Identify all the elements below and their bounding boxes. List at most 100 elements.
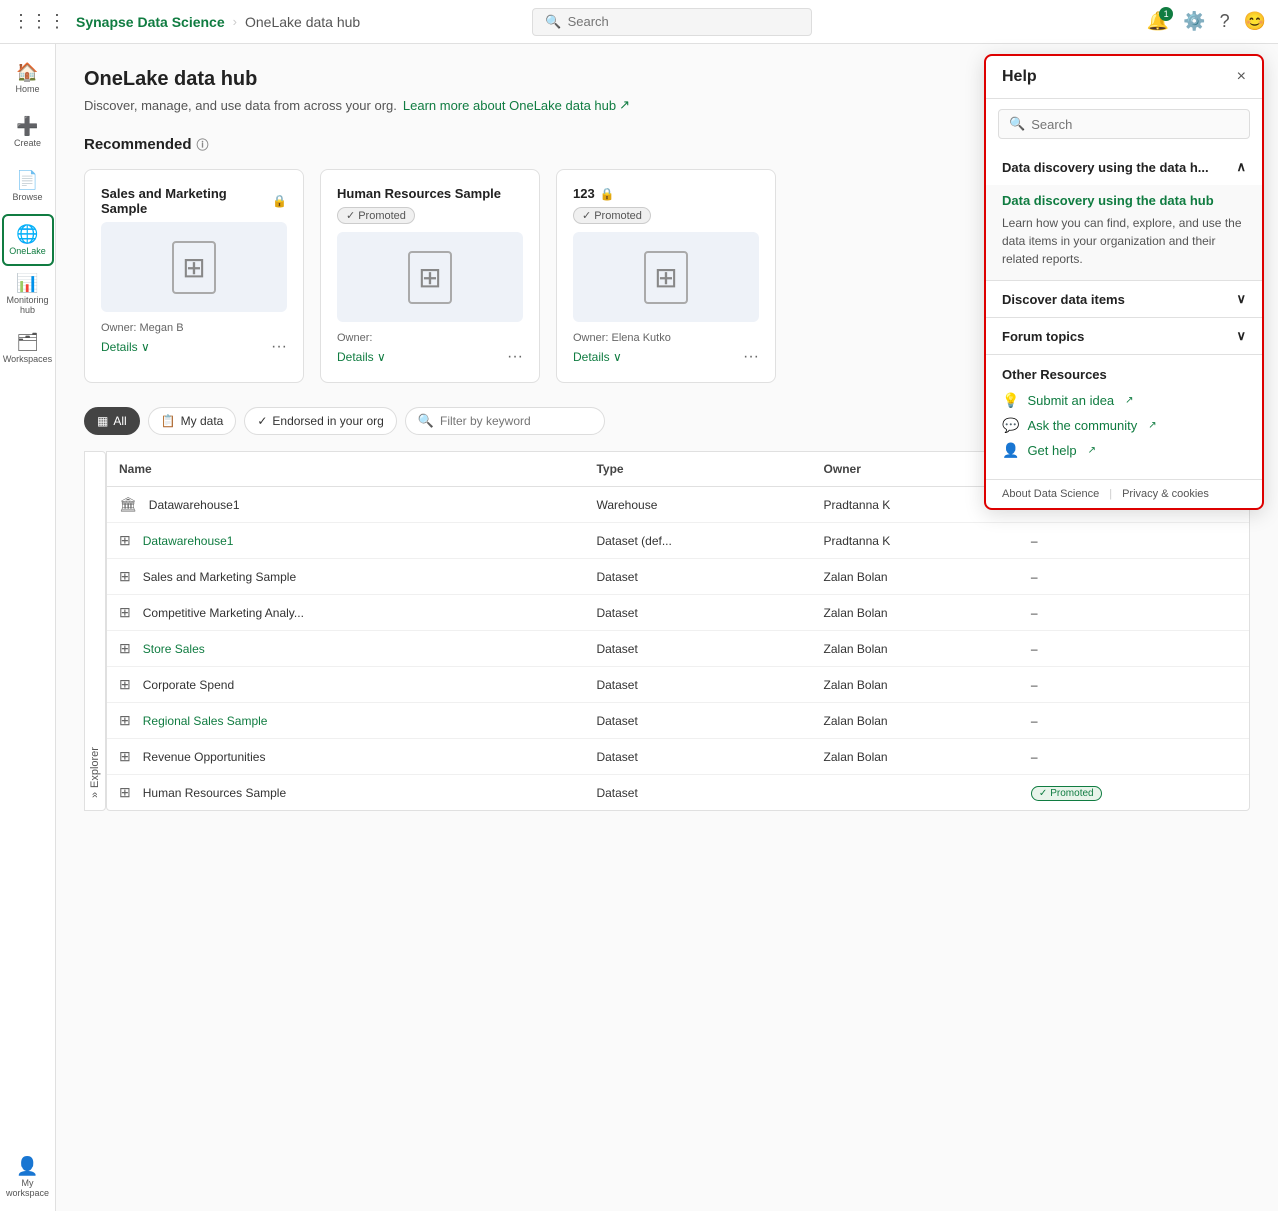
item-name[interactable]: Revenue Opportunities: [143, 750, 266, 764]
col-name: Name: [107, 452, 584, 487]
settings-icon[interactable]: ⚙️: [1183, 11, 1205, 32]
get-help-icon: 👤: [1002, 442, 1019, 459]
card-123[interactable]: 123 🔒 ✓ Promoted ⊞ Owner: Elena Kutko De…: [556, 169, 776, 383]
help-section-data-discovery: Data discovery using the data h... ∧ Dat…: [986, 149, 1262, 281]
help-search[interactable]: 🔍: [998, 109, 1250, 139]
row-name-cell: ⊞ Regional Sales Sample: [107, 703, 584, 739]
submit-idea-link[interactable]: 💡 Submit an idea ↗: [1002, 392, 1246, 409]
endorsed-icon: ✓: [1039, 788, 1047, 799]
help-section-discover-items: Discover data items ∨: [986, 281, 1262, 318]
table-row[interactable]: ⊞ Datawarehouse1 Dataset (def... Pradtan…: [107, 523, 1249, 559]
explorer-label-text: Explorer: [89, 747, 101, 788]
data-discovery-link[interactable]: Data discovery using the data hub: [1002, 193, 1246, 208]
dataset-icon: ⊞: [119, 784, 135, 801]
brand-area: Synapse Data Science › OneLake data hub: [76, 14, 360, 30]
sidebar-item-label: Monitoring hub: [2, 296, 54, 316]
notifications-icon[interactable]: 🔔 1: [1147, 11, 1169, 32]
card-menu-icon[interactable]: ···: [743, 348, 759, 366]
sidebar-item-my-workspace[interactable]: 👤 My workspace: [2, 1151, 54, 1203]
row-owner: Zalan Bolan: [812, 703, 1019, 739]
brand-name[interactable]: Synapse Data Science: [76, 14, 225, 30]
sidebar-item-create[interactable]: ➕ Create: [2, 106, 54, 158]
table-row[interactable]: ⊞ Human Resources Sample Dataset ✓ Promo…: [107, 775, 1249, 811]
card-actions: Details ∨ ···: [337, 348, 523, 366]
sidebar-item-label: Create: [14, 139, 41, 149]
card-menu-icon[interactable]: ···: [507, 348, 523, 366]
dataset-icon: ⊞: [119, 676, 135, 693]
card-human-resources[interactable]: Human Resources Sample ✓ Promoted ⊞ Owne…: [320, 169, 540, 383]
filter-endorsed-button[interactable]: ✓ Endorsed in your org: [244, 407, 396, 435]
row-endorsement: –: [1019, 667, 1249, 703]
details-link[interactable]: Details ∨: [101, 340, 150, 354]
help-title: Help: [1002, 68, 1037, 86]
left-sidebar: 🏠 Home ➕ Create 📄 Browse 🌐 OneLake 📊 Mon…: [0, 44, 56, 1211]
user-icon[interactable]: 😊: [1244, 11, 1266, 32]
data-discovery-desc: Learn how you can find, explore, and use…: [1002, 214, 1246, 268]
sidebar-item-label: Home: [15, 85, 39, 95]
table-row[interactable]: ⊞ Competitive Marketing Analy... Dataset…: [107, 595, 1249, 631]
dataset-icon: ⊞: [119, 640, 135, 657]
item-name[interactable]: Regional Sales Sample: [143, 714, 268, 728]
keyword-filter[interactable]: 🔍: [405, 407, 605, 435]
learn-more-link[interactable]: Learn more about OneLake data hub ↗: [403, 97, 630, 113]
filter-all-button[interactable]: ▦ All: [84, 407, 140, 435]
help-section-header-forum-topics[interactable]: Forum topics ∨: [986, 318, 1262, 354]
help-search-input[interactable]: [1031, 117, 1239, 132]
about-link[interactable]: About Data Science: [1002, 488, 1099, 500]
row-name-cell: ⊞ Human Resources Sample: [107, 775, 584, 811]
keyword-input[interactable]: [440, 414, 592, 428]
filter-mydata-button[interactable]: 📋 My data: [148, 407, 237, 435]
row-endorsement: –: [1019, 595, 1249, 631]
table-row[interactable]: ⊞ Revenue Opportunities Dataset Zalan Bo…: [107, 739, 1249, 775]
item-name[interactable]: Human Resources Sample: [143, 786, 286, 800]
external-link-icon: ↗: [619, 97, 630, 113]
sidebar-item-browse[interactable]: 📄 Browse: [2, 160, 54, 212]
table-row[interactable]: ⊞ Store Sales Dataset Zalan Bolan –: [107, 631, 1249, 667]
sidebar-item-onelake[interactable]: 🌐 OneLake: [2, 214, 54, 266]
table-row[interactable]: ⊞ Sales and Marketing Sample Dataset Zal…: [107, 559, 1249, 595]
promoted-badge: ✓ Promoted: [1031, 786, 1102, 801]
col-type: Type: [584, 452, 811, 487]
item-name[interactable]: Datawarehouse1: [149, 498, 240, 512]
grid-icon[interactable]: ⋮⋮⋮: [12, 11, 66, 32]
get-help-link[interactable]: 👤 Get help ↗: [1002, 442, 1246, 459]
ask-community-link[interactable]: 💬 Ask the community ↗: [1002, 417, 1246, 434]
privacy-link[interactable]: Privacy & cookies: [1122, 488, 1209, 500]
sidebar-item-workspaces[interactable]: 🗂 Workspaces: [2, 322, 54, 374]
section-label: Forum topics: [1002, 329, 1084, 344]
help-close-button[interactable]: ×: [1237, 68, 1246, 86]
row-owner: Zalan Bolan: [812, 595, 1019, 631]
section-label: Data discovery using the data h...: [1002, 160, 1209, 175]
sidebar-item-home[interactable]: 🏠 Home: [2, 52, 54, 104]
help-header: Help ×: [986, 56, 1262, 99]
row-owner: Zalan Bolan: [812, 667, 1019, 703]
table-row[interactable]: ⊞ Corporate Spend Dataset Zalan Bolan –: [107, 667, 1249, 703]
help-section-header-data-discovery[interactable]: Data discovery using the data h... ∧: [986, 149, 1262, 185]
chevron-down-icon: ∨: [1236, 328, 1246, 344]
search-input[interactable]: [568, 14, 800, 29]
card-menu-icon[interactable]: ···: [271, 338, 287, 356]
hub-name[interactable]: OneLake data hub: [245, 14, 360, 30]
expand-icon: »: [89, 792, 101, 798]
global-search[interactable]: 🔍: [532, 8, 812, 36]
help-section-header-discover-items[interactable]: Discover data items ∨: [986, 281, 1262, 317]
help-icon[interactable]: ?: [1220, 11, 1230, 32]
dataset-icon: ⊞: [119, 568, 135, 585]
row-endorsement: ✓ Promoted: [1019, 775, 1249, 811]
item-name[interactable]: Corporate Spend: [143, 678, 234, 692]
details-link[interactable]: Details ∨: [337, 350, 386, 364]
explorer-panel[interactable]: » Explorer: [84, 451, 106, 811]
row-type: Dataset: [584, 667, 811, 703]
other-resources: Other Resources 💡 Submit an idea ↗ 💬 Ask…: [986, 355, 1262, 479]
get-help-label: Get help: [1027, 443, 1076, 458]
footer-separator: |: [1109, 488, 1112, 500]
details-link[interactable]: Details ∨: [573, 350, 622, 364]
item-name[interactable]: Datawarehouse1: [143, 534, 234, 548]
item-name[interactable]: Sales and Marketing Sample: [143, 570, 296, 584]
table-row[interactable]: ⊞ Regional Sales Sample Dataset Zalan Bo…: [107, 703, 1249, 739]
item-name[interactable]: Store Sales: [143, 642, 205, 656]
row-name-cell: ⊞ Corporate Spend: [107, 667, 584, 703]
card-sales-marketing[interactable]: Sales and Marketing Sample 🔒 ⊞ Owner: Me…: [84, 169, 304, 383]
item-name[interactable]: Competitive Marketing Analy...: [143, 606, 304, 620]
sidebar-item-monitoring[interactable]: 📊 Monitoring hub: [2, 268, 54, 320]
